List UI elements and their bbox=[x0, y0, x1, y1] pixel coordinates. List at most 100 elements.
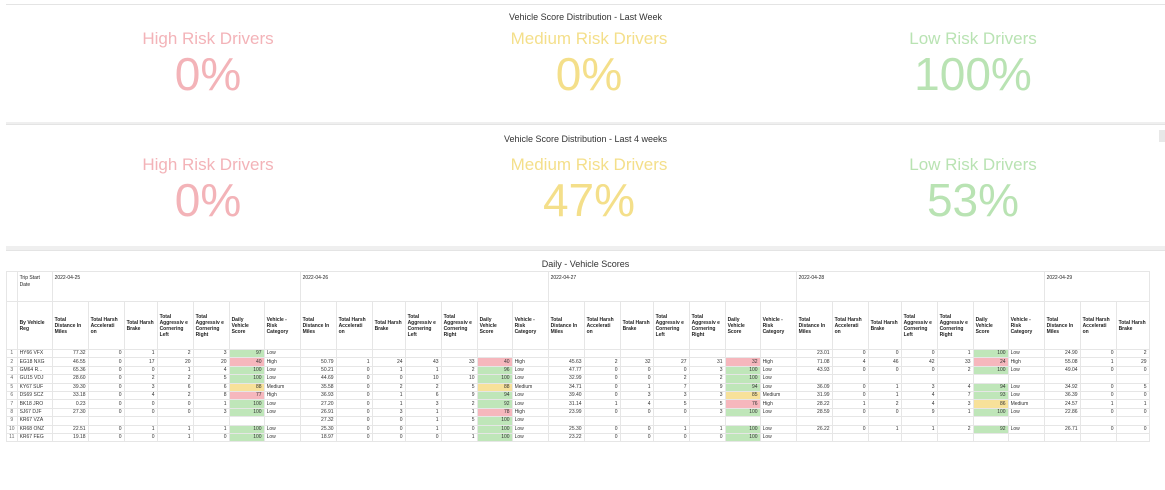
metric-cell: 27 bbox=[652, 357, 690, 367]
metric-cell: 55.08 bbox=[1043, 357, 1081, 367]
column-header[interactable]: Total Harsh Brake bbox=[1115, 301, 1150, 350]
risk-category-cell: Low bbox=[511, 416, 549, 426]
metric-cell bbox=[547, 348, 585, 359]
column-header[interactable]: Total Aggressiv e Cornering Right bbox=[192, 301, 230, 350]
risk-category-cell: Low bbox=[1007, 424, 1045, 434]
daily-score-cell: 100 bbox=[972, 348, 1009, 359]
column-header[interactable]: Total Harsh Accelerati on bbox=[335, 301, 373, 350]
metric-cell: 0 bbox=[87, 432, 125, 443]
column-header[interactable]: Total Harsh Accelerati on bbox=[831, 301, 869, 350]
metric-cell bbox=[867, 374, 902, 384]
column-header[interactable]: Total Aggressiv e Cornering Left bbox=[652, 301, 690, 350]
metric-cell: 0 bbox=[335, 390, 373, 401]
metric-cell: 0 bbox=[583, 365, 621, 376]
kpi-value: 0% bbox=[555, 48, 623, 100]
column-header[interactable]: Total Distance In Miles bbox=[1043, 301, 1081, 350]
metric-cell: 4 bbox=[900, 399, 938, 409]
column-header[interactable]: Total Harsh Accelerati on bbox=[87, 301, 125, 350]
table-row[interactable]: 11 KR67 FEG 19.18 0 0 1 0 100 Low 18.97 0 0 0 1 100 Low… bbox=[6, 432, 1150, 443]
metric-cell: 1 bbox=[404, 424, 442, 434]
table-row[interactable]: 6 DS69 SCZ 33.18 0 4 2 8 77 High 36.93 0 1 6 9 94 Low 39… bbox=[6, 390, 1150, 401]
risk-category-cell: Low bbox=[1007, 407, 1045, 418]
vehicle-reg-cell: EG18 NXG bbox=[16, 357, 53, 367]
table-row[interactable]: 10 KR68 ONZ 22.51 0 1 1 1 100 Low 25.30 0 0 1 0 100 Low… bbox=[6, 424, 1150, 434]
metric-cell bbox=[404, 348, 442, 359]
table-row[interactable]: 1 HY66 VFX 77.32 0 1 2 3 97 Low 23.01 0 0 0 1 100 Low 24… bbox=[6, 348, 1150, 359]
risk-category-cell: High bbox=[511, 357, 549, 367]
daily-score-cell: 88 bbox=[228, 382, 265, 392]
risk-category-cell: Low bbox=[1007, 348, 1045, 359]
column-header[interactable]: Total Distance In Miles bbox=[795, 301, 833, 350]
table-row[interactable]: 5 KY67 SUF 39.30 0 3 6 6 88 Medium 35.58 0 2 2 5 88 Med… bbox=[6, 382, 1150, 392]
table-row[interactable]: 8 SJ67 DJF 27.30 0 0 0 3 100 Low 26.91 0 3 1 1 78 High 2… bbox=[6, 407, 1150, 418]
table-row[interactable]: 3 GM64 R... 65.36 0 0 1 4 100 Low 50.21 0 1 1 2 96 Low 4… bbox=[6, 365, 1150, 376]
column-header[interactable]: Total Distance In Miles bbox=[51, 301, 89, 350]
metric-cell bbox=[688, 348, 726, 359]
risk-category-cell bbox=[1007, 432, 1045, 443]
column-header[interactable]: Total Aggressiv e Cornering Right bbox=[440, 301, 478, 350]
metric-cell: 1 bbox=[867, 382, 902, 392]
column-header[interactable]: Total Harsh Brake bbox=[619, 301, 654, 350]
risk-category-cell: Low bbox=[759, 432, 797, 443]
metric-cell: 0 bbox=[156, 407, 194, 418]
table-row[interactable]: 2 EG18 NXG 46.55 0 17 20 20 40 High 50.79 1 24 43 33 4… bbox=[6, 357, 1150, 367]
column-header[interactable]: Total Aggressiv e Cornering Right bbox=[688, 301, 726, 350]
column-header[interactable]: Total Harsh Brake bbox=[123, 301, 158, 350]
column-header[interactable]: Vehicle - Risk Category bbox=[1007, 301, 1045, 350]
metric-cell: 0 bbox=[867, 365, 902, 376]
column-header[interactable]: Daily Vehicle Score bbox=[228, 301, 265, 350]
metric-cell: 77.32 bbox=[51, 348, 89, 359]
metric-cell: 9 bbox=[688, 382, 726, 392]
metric-cell: 47.77 bbox=[547, 365, 585, 376]
column-header[interactable]: Total Distance In Miles bbox=[547, 301, 585, 350]
metric-cell: 2 bbox=[867, 399, 902, 409]
kpi-label: High Risk Drivers bbox=[142, 29, 274, 48]
table-row[interactable]: 4 GU15 VDJ 28.60 0 2 2 5 100 Low 44.69 0 0 10 10 100 Lo… bbox=[6, 374, 1150, 384]
metric-cell: 0 bbox=[1079, 348, 1117, 359]
metric-cell: 1 bbox=[936, 407, 974, 418]
metric-cell: 50.79 bbox=[299, 357, 337, 367]
metric-cell: 0 bbox=[619, 365, 654, 376]
metric-cell: 8 bbox=[192, 390, 230, 401]
metric-cell: 32.99 bbox=[547, 374, 585, 384]
metric-cell: 34.71 bbox=[547, 382, 585, 392]
column-header[interactable]: Total Harsh Brake bbox=[867, 301, 902, 350]
table-row[interactable]: 9 KR67 VZA 27.32 0 0 1 5 100 Low bbox=[6, 416, 1150, 426]
risk-category-cell: Medium bbox=[759, 390, 797, 401]
daily-score-cell: 100 bbox=[972, 407, 1009, 418]
metric-cell: 9 bbox=[900, 407, 938, 418]
column-header[interactable]: Daily Vehicle Score bbox=[724, 301, 761, 350]
daily-score-cell: 100 bbox=[724, 432, 761, 443]
column-header[interactable]: Daily Vehicle Score bbox=[476, 301, 513, 350]
metric-cell: 36.39 bbox=[1043, 390, 1081, 401]
metric-cell: 4 bbox=[831, 357, 869, 367]
risk-category-cell: Medium bbox=[511, 382, 549, 392]
vehicle-reg-header[interactable]: By Vehicle Reg bbox=[16, 301, 53, 350]
metric-cell: 0 bbox=[123, 365, 158, 376]
column-header[interactable]: Total Harsh Brake bbox=[371, 301, 406, 350]
column-header[interactable]: Total Harsh Accelerati on bbox=[1079, 301, 1117, 350]
trip-start-date-label[interactable]: Trip Start Date bbox=[16, 271, 53, 302]
daily-score-cell bbox=[972, 416, 1009, 426]
metric-cell: 1 bbox=[371, 390, 406, 401]
column-header[interactable]: Total Aggressiv e Cornering Left bbox=[156, 301, 194, 350]
metric-cell: 3 bbox=[192, 407, 230, 418]
metric-cell: 0 bbox=[371, 424, 406, 434]
column-header[interactable]: Total Aggressiv e Cornering Left bbox=[900, 301, 938, 350]
column-header[interactable]: Total Harsh Accelerati on bbox=[583, 301, 621, 350]
column-header[interactable]: Total Aggressiv e Cornering Right bbox=[936, 301, 974, 350]
row-index: 6 bbox=[6, 390, 18, 401]
metric-cell bbox=[440, 348, 478, 359]
scroll-handle[interactable] bbox=[1159, 130, 1165, 142]
column-header[interactable]: Vehicle - Risk Category bbox=[759, 301, 797, 350]
column-header[interactable]: Daily Vehicle Score bbox=[972, 301, 1009, 350]
daily-score-cell bbox=[724, 348, 761, 359]
column-header[interactable]: Vehicle - Risk Category bbox=[511, 301, 549, 350]
metric-cell: 0 bbox=[652, 365, 690, 376]
column-header[interactable]: Total Aggressiv e Cornering Left bbox=[404, 301, 442, 350]
column-header[interactable]: Vehicle - Risk Category bbox=[263, 301, 301, 350]
risk-category-cell: Medium bbox=[263, 382, 301, 392]
table-row[interactable]: 7 BK18 JRO 0.23 0 0 0 1 100 Low 27.20 0 1 3 2 92 Low 31.… bbox=[6, 399, 1150, 409]
column-header[interactable]: Total Distance In Miles bbox=[299, 301, 337, 350]
metric-cell: 5 bbox=[652, 399, 690, 409]
